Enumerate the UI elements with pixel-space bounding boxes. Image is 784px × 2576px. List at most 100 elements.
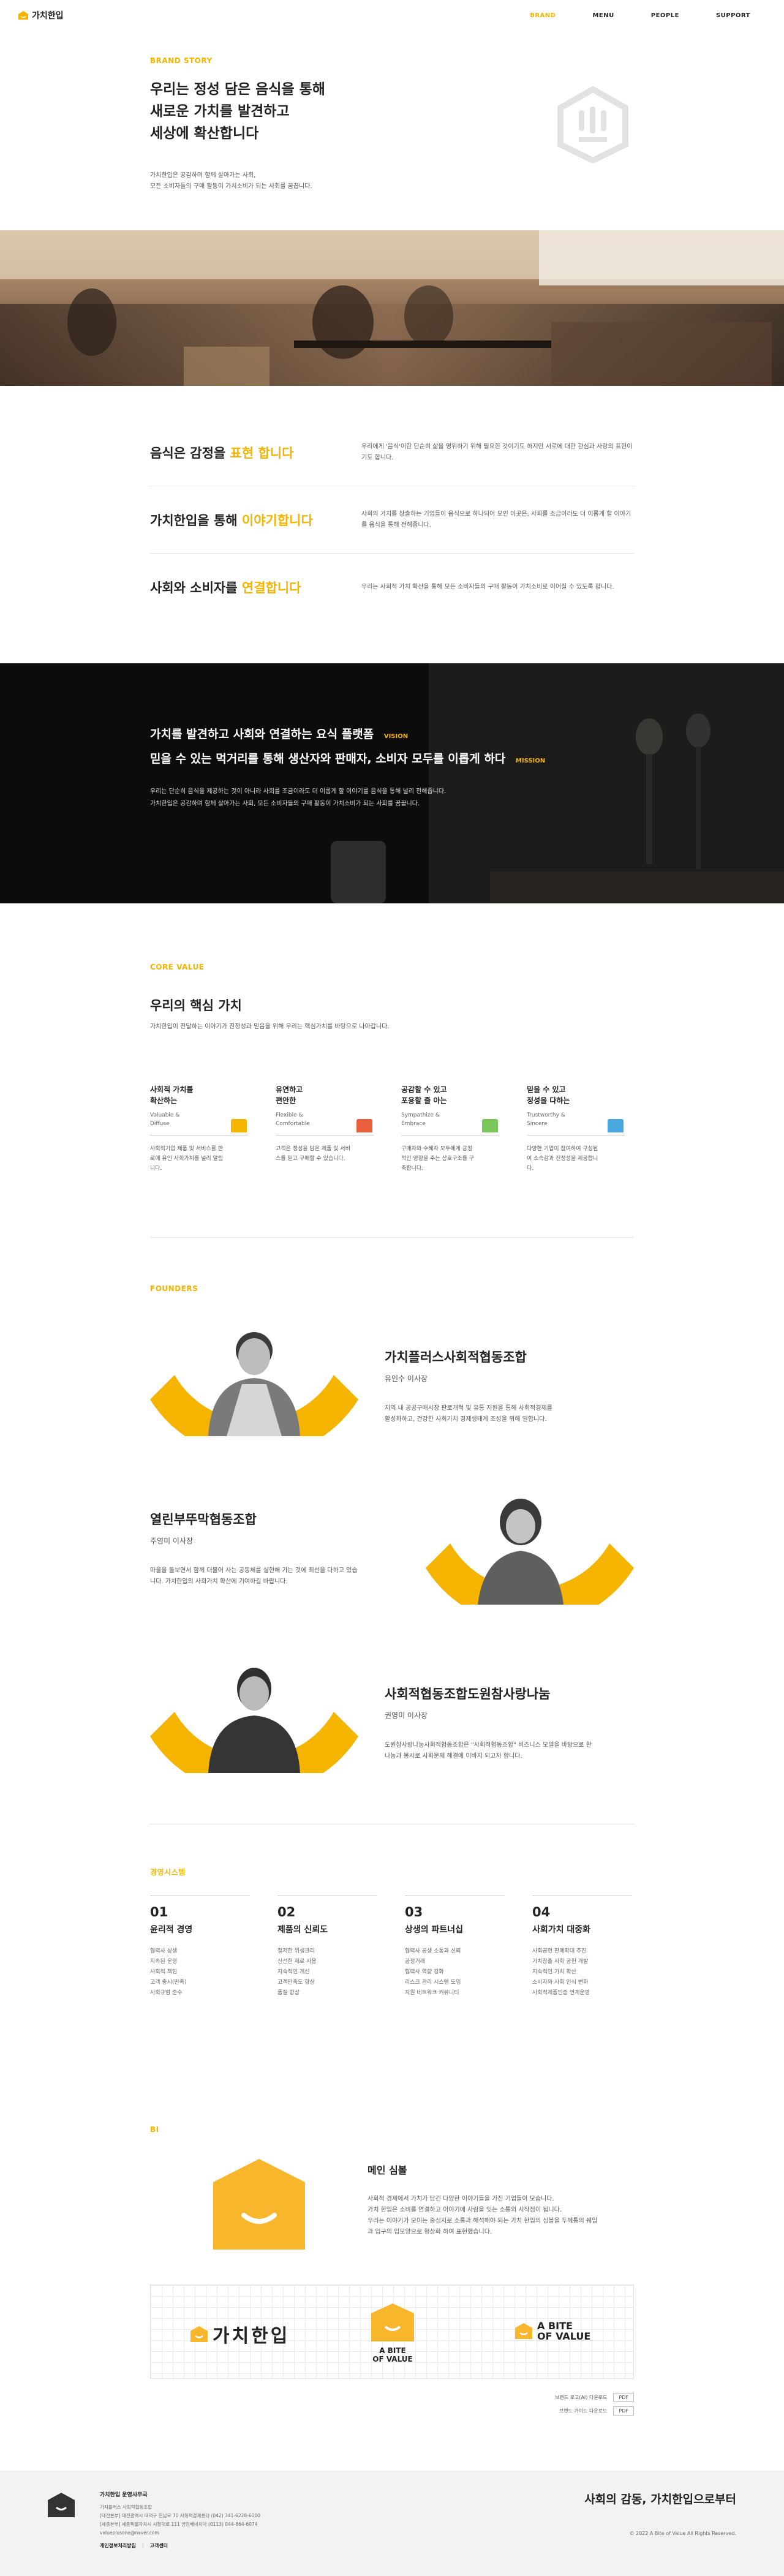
bi-info: 메인 심볼 사회적 경제에서 가치가 담긴 다양한 이야기들을 가진 기업들이 …: [368, 2162, 634, 2238]
philosophy-line: 사회적제품인증 연계운영: [532, 1990, 590, 1996]
founder-desc: 도원참사랑나눔사회적협동조합은 "사회적협동조합" 비즈니스 모델을 바탕으로 …: [385, 1740, 634, 1762]
download-row: 브랜드 가이드 다운로드 PDF: [484, 2404, 634, 2417]
logo-en-horizontal: A BITE OF VALUE: [515, 2321, 590, 2341]
founder-org: 가치플러스사회적협동조합: [385, 1350, 527, 1365]
privacy-policy-link[interactable]: 개인정보처리방침: [100, 2542, 136, 2549]
value-row-title-text: 사회와 소비자를: [150, 581, 242, 595]
brand-desc-line: 모든 소비자들의 구매 활동이 가치소비가 되는 사회를 꿈꿉니다.: [150, 183, 312, 190]
nav-support[interactable]: SUPPORT: [716, 12, 750, 19]
founders-section: FOUNDERS: [150, 1284, 634, 1293]
founder-desc-line: 마을을 돌보면서 함께 더불어 사는 공동체를 실현해 가는 것에 최선을 다하…: [150, 1567, 358, 1574]
philosophy-title: 상생의 파트너십: [405, 1925, 464, 1935]
download-list: 브랜드 로고(AI) 다운로드 PDF 브랜드 가이드 다운로드 PDF: [484, 2390, 634, 2417]
card-title-line: 포용할 줄 아는: [401, 1096, 447, 1105]
philosophy-lines: 사회공헌 판매확대 추진 가치창출 사회 공헌 개발 지속적인 가치 확산 소비자와 …: [532, 1946, 632, 1998]
philosophy-title: 제품의 신뢰도: [277, 1925, 328, 1935]
nav-menu[interactable]: MENU: [592, 12, 614, 19]
philosophy-title: 사회가치 대중화: [532, 1925, 591, 1935]
logo-en-line: OF VALUE: [372, 2355, 413, 2363]
card-desc-line: 구매자와 수혜자 모두에게 긍정: [401, 1146, 473, 1152]
philosophy-num: 04: [532, 1905, 551, 1919]
watermark-logo-icon: [557, 86, 628, 163]
founder-org: 사회적협동조합도원참사랑나눔: [385, 1687, 551, 1701]
value-row-title-text: 음식은 감정을: [150, 445, 230, 461]
logo-horizontal: 가치한입: [190, 2321, 290, 2348]
site-logo[interactable]: 가치한입: [18, 9, 64, 21]
philosophy-line: 철저한 위생관리: [277, 1948, 315, 1954]
vision-desc-line: 우리는 단순히 음식을 제공하는 것이 아니라 사회를 조금이라도 더 이롭게 …: [150, 788, 447, 795]
value-row-title-text: 가치한입을 통해: [150, 513, 242, 528]
footer-line: 가치플러스 사회적협동조합: [100, 2504, 153, 2510]
card-desc-line: 스를 믿고 구매할 수 있습니다.: [276, 1156, 345, 1162]
founder-photo-2: [426, 1499, 634, 1605]
value-row-desc: 우리는 사회적 가치 확산을 통해 모든 소비자들의 구매 활동이 가치소비로 …: [361, 584, 614, 590]
core-value-card-en: Valuable & Diffuse: [150, 1111, 248, 1135]
nav-brand[interactable]: BRAND: [530, 12, 556, 19]
mission-tag: MISSION: [515, 758, 546, 764]
footer-line: valueplusone@naver.com: [100, 2530, 159, 2536]
card-title-line: 공감할 수 있고: [401, 1085, 447, 1094]
founder-desc-line: 니다. 가치한입의 사회가치 확산에 기여하길 바랍니다.: [150, 1578, 288, 1585]
value-row-title: 음식은 감정을 표현 합니다: [150, 443, 361, 462]
cafe-photo: [0, 230, 784, 386]
card-en-line: Sympathize &: [401, 1112, 440, 1118]
core-value-list: 사회적 가치를 확산하는 Valuable & Diffuse 사회적기업 제품 및…: [150, 1084, 634, 1173]
logo-text: 가치한입: [32, 11, 64, 21]
vision-desc: 우리는 단순히 음식을 제공하는 것이 아니라 사회를 조금이라도 더 이롭게 …: [150, 786, 634, 810]
logo-symbol-icon: [371, 2303, 414, 2341]
founder-desc-line: 지역 내 공공구매시장 판로개척 및 유통 지원을 통해 사회적경제를: [385, 1405, 552, 1412]
vision-line: 가치를 발견하고 사회와 연결하는 요식 플랫폼 VISION: [150, 725, 634, 747]
philosophy-title: 윤리적 경영: [150, 1925, 193, 1935]
core-value-card-desc: 고객은 정성을 담은 제품 및 서비 스를 믿고 구매할 수 있습니다.: [276, 1144, 374, 1164]
philosophy-line: 고객만족도 향상: [277, 1979, 315, 1986]
customer-center-link[interactable]: 고객센터: [150, 2542, 168, 2549]
logo-mark-icon: [18, 11, 28, 20]
main-symbol-icon: [213, 2159, 305, 2250]
card-desc-line: 축합니다.: [401, 1166, 423, 1172]
card-title-line: 유연하고: [276, 1085, 303, 1094]
logo-symbol-small-icon: [515, 2323, 532, 2339]
vision-text: 가치를 발견하고 사회와 연결하는 요식 플랫폼: [150, 728, 374, 741]
bi-eyebrow: BI: [150, 2125, 159, 2134]
pdf-download-button[interactable]: PDF: [613, 2406, 634, 2416]
philosophy-line: 지원 네트워크 커뮤니티: [405, 1990, 459, 1996]
house-orange-icon: [356, 1119, 372, 1132]
core-value-card: 믿을 수 있고 정성을 다하는 Trustworthy & Sincere 다양한 …: [527, 1084, 625, 1173]
nav-people[interactable]: PEOPLE: [651, 12, 679, 19]
logo-grid-panel: 가치한입 A BITE OF VALUE A BITE OF VALUE: [150, 2284, 634, 2379]
footer-line: [대전본부] 대전광역시 대덕구 한남로 70 사회적경제센터 (042) 34…: [100, 2513, 260, 2518]
vision-tag: VISION: [383, 733, 409, 740]
card-title-line: 편안한: [276, 1096, 296, 1105]
philosophy-section: 경영시스템: [150, 1867, 634, 1877]
main-nav: BRAND MENU PEOPLE SUPPORT: [530, 12, 750, 19]
vision-desc-line: 가치한입은 공감하며 함께 살아가는 사회, 모든 소비자들의 구매 활동이 가…: [150, 800, 420, 807]
bi-desc: 사회적 경제에서 가치가 담긴 다양한 이야기들을 가진 기업들이 모습니다. …: [368, 2194, 634, 2238]
pdf-download-button[interactable]: PDF: [613, 2392, 634, 2402]
footer-logo-icon: [48, 2493, 75, 2517]
philosophy-num: 03: [405, 1905, 423, 1919]
founder-2-info: 열린부뚜막협동조합 주영미 이사장 마을을 돌보면서 함께 더불어 사는 공동체…: [150, 1510, 407, 1587]
brand-story-section: BRAND STORY 우리는 정성 담은 음식을 통해 새로운 가치를 발견하…: [150, 56, 634, 192]
philosophy-lines: 철저한 위생관리 신선한 재료 사용 지속적인 개선 고객만족도 향상 품질 향상: [277, 1946, 377, 1998]
value-row-highlight: 이야기합니다: [241, 513, 313, 528]
philosophy-list: 01 윤리적 경영 협력사 상생 지속된 운영 사회적 책임 고객 중시(만족) 사회규…: [150, 1896, 634, 1998]
footer-lines: 가치플러스 사회적협동조합 [대전본부] 대전광역시 대덕구 한남로 70 사회…: [100, 2503, 260, 2537]
site-header: 가치한입 BRAND MENU PEOPLE SUPPORT: [0, 0, 784, 31]
philosophy-line: 사회규범 준수: [150, 1990, 183, 1996]
card-en-line: Valuable &: [150, 1112, 180, 1118]
philosophy-line: 가치창출 사회 공헌 개발: [532, 1959, 589, 1965]
divider: [150, 1824, 634, 1825]
philosophy-card: 01 윤리적 경영 협력사 상생 지속된 운영 사회적 책임 고객 중시(만족) 사회규…: [150, 1896, 250, 1998]
value-row: 음식은 감정을 표현 합니다 우리에게 '음식'이란 단순히 삶을 영위하기 위…: [150, 419, 634, 486]
core-value-card-title: 유연하고편안한: [276, 1084, 374, 1106]
philosophy-num: 02: [277, 1905, 296, 1919]
card-en-line: Trustworthy &: [527, 1112, 565, 1118]
founder-photo-1: [150, 1332, 358, 1436]
value-row-title: 사회와 소비자를 연결합니다: [150, 578, 361, 597]
card-desc-line: 사회적기업 제품 및 서비스를 판: [150, 1146, 224, 1152]
philosophy-line: 협력사 상생: [150, 1948, 178, 1954]
core-value-card: 사회적 가치를 확산하는 Valuable & Diffuse 사회적기업 제품 및…: [150, 1084, 248, 1173]
footer-title: 가치한입 운영사무국: [100, 2492, 148, 2498]
card-title-line: 사회적 가치를: [150, 1085, 194, 1094]
founder-desc-line: 도원참사랑나눔사회적협동조합은 "사회적협동조합" 비즈니스 모델을 바탕으로 …: [385, 1742, 592, 1749]
